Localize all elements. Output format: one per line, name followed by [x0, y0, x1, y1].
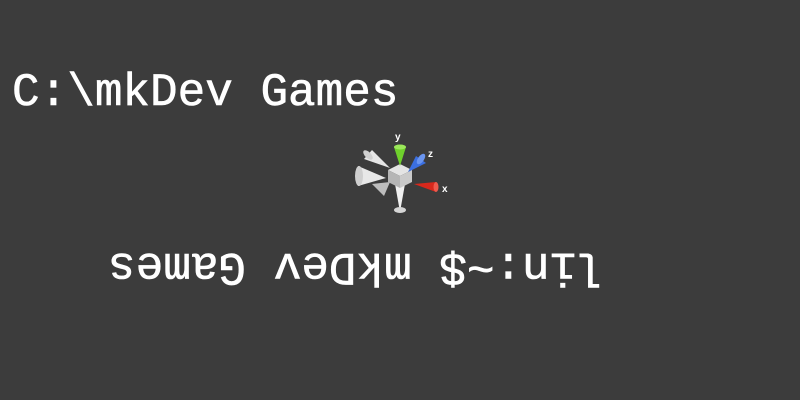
x-axis-label: x [442, 184, 448, 195]
y-axis-label: y [395, 132, 401, 143]
center-cube [388, 164, 412, 188]
windows-prompt-text: C:\mkDev Games [12, 67, 399, 119]
x-axis-cone [414, 182, 439, 192]
logo-canvas: C:\mkDev Games y z x lin:~$ mkDev Games [0, 0, 800, 400]
z-axis-cone [408, 153, 426, 172]
z-axis-label: z [428, 149, 433, 160]
y-axis-cone [394, 144, 406, 166]
negative-z-cone [363, 150, 390, 168]
negative-y-left-cone [372, 182, 390, 196]
linux-prompt-mirrored-text: lin:~$ mkDev Games [108, 240, 605, 293]
axis-gizmo-icon: y z x [355, 132, 448, 213]
negative-y-cone [394, 184, 406, 213]
